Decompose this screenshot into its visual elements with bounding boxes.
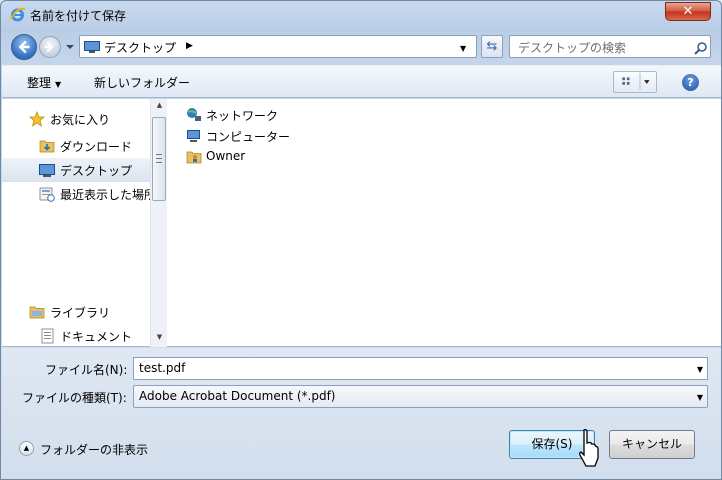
grip-icon <box>156 154 162 163</box>
internet-explorer-icon <box>10 7 26 22</box>
library-icon <box>29 306 45 319</box>
new-folder-button[interactable]: 新しいフォルダー <box>94 74 190 91</box>
details-view-icon <box>622 72 650 90</box>
arrow-right-icon <box>44 41 54 53</box>
file-item-label: コンピューター <box>206 130 291 144</box>
search-input[interactable]: デスクトップの検索 <box>518 39 626 56</box>
arrow-left-icon <box>18 40 30 54</box>
documents-icon <box>41 328 54 344</box>
breadcrumb-arrow-icon[interactable]: ▶ <box>186 41 193 51</box>
content-area: お気に入り ダウンロード デスクトップ 最近表示した場所 ライブラリ ドキュメン… <box>2 99 721 347</box>
hide-folders-label: フォルダーの非表示 <box>40 443 149 457</box>
back-button[interactable] <box>11 34 37 60</box>
organize-label: 整理 <box>27 76 52 90</box>
file-item-label: Owner <box>206 149 246 163</box>
search-box[interactable]: デスクトップの検索 <box>509 35 711 58</box>
filename-field[interactable]: test.pdf ▼ <box>133 357 708 380</box>
window-title: 名前を付けて保存 <box>30 9 127 23</box>
filetype-label: ファイルの種類(T): <box>22 391 127 405</box>
help-button[interactable]: ? <box>682 74 699 91</box>
save-as-dialog: 名前を付けて保存 ✕ デスクトップ ▶ ▼ ⇆ デスクトップの検索 整理 ▼ 新… <box>0 0 722 480</box>
title-bar: 名前を付けて保存 ✕ <box>1 1 721 29</box>
address-text: デスクトップ <box>104 41 177 55</box>
recent-pages-chevron-icon[interactable] <box>65 43 75 51</box>
recent-places-icon <box>39 187 55 202</box>
view-options-button[interactable] <box>613 71 657 93</box>
sidebar-item-downloads[interactable]: ダウンロード <box>2 134 150 158</box>
navigation-pane: お気に入り ダウンロード デスクトップ 最近表示した場所 ライブラリ ドキュメン… <box>2 99 167 347</box>
sidebar-item-label: デスクトップ <box>60 164 133 178</box>
chevron-down-icon: ▼ <box>55 80 62 89</box>
scrollbar-thumb[interactable] <box>152 117 166 201</box>
forward-button[interactable] <box>39 36 61 58</box>
desktop-icon <box>84 41 100 53</box>
sidebar-item-recent-places[interactable]: 最近表示した場所 <box>2 182 150 206</box>
address-bar[interactable]: デスクトップ ▶ ▼ <box>79 35 477 58</box>
sidebar-item-favorites[interactable]: お気に入り <box>2 107 150 131</box>
desktop-icon <box>39 164 55 177</box>
sidebar-item-documents[interactable]: ドキュメント <box>2 324 150 348</box>
refresh-button[interactable]: ⇆ <box>481 35 503 58</box>
sidebar-item-label: ドキュメント <box>60 330 133 344</box>
computer-icon <box>187 130 200 142</box>
chevron-up-icon: ▲ <box>19 441 34 456</box>
mouse-cursor-icon <box>579 429 599 467</box>
close-button[interactable]: ✕ <box>665 2 711 21</box>
organize-button[interactable]: 整理 ▼ <box>27 74 61 91</box>
sidebar-item-label: お気に入り <box>50 113 111 127</box>
filename-label: ファイル名(N): <box>45 363 128 377</box>
navigation-bar: デスクトップ ▶ ▼ ⇆ デスクトップの検索 <box>1 31 721 63</box>
filetype-select[interactable]: Adobe Acrobat Document (*.pdf) ▼ <box>133 385 708 408</box>
downloads-folder-icon <box>39 140 55 153</box>
search-icon[interactable] <box>694 41 708 55</box>
sidebar-item-label: ダウンロード <box>60 140 133 154</box>
command-toolbar: 整理 ▼ 新しいフォルダー ? <box>2 65 721 98</box>
address-dropdown-icon[interactable]: ▼ <box>460 44 466 53</box>
filename-value[interactable]: test.pdf <box>139 361 185 375</box>
filetype-value: Adobe Acrobat Document (*.pdf) <box>139 389 336 403</box>
scroll-up-icon[interactable]: ▲ <box>151 101 168 113</box>
scroll-down-icon[interactable]: ▼ <box>151 333 168 345</box>
chevron-down-icon[interactable]: ▼ <box>697 393 703 402</box>
sidebar-item-label: ライブラリ <box>50 306 111 320</box>
file-item-label: ネットワーク <box>206 109 279 123</box>
filename-dropdown-icon[interactable]: ▼ <box>697 365 703 374</box>
user-folder-icon <box>186 151 202 164</box>
star-icon <box>29 111 45 127</box>
save-form: ファイル名(N): test.pdf ▼ ファイルの種類(T): Adobe A… <box>2 348 721 479</box>
refresh-icon: ⇆ <box>486 39 498 54</box>
sidebar-item-libraries[interactable]: ライブラリ <box>2 300 150 324</box>
network-icon <box>187 108 201 121</box>
sidebar-item-label: 最近表示した場所 <box>60 188 150 202</box>
sidebar-scrollbar[interactable]: ▲ ▼ <box>150 99 167 347</box>
sidebar-item-desktop[interactable]: デスクトップ <box>2 158 150 182</box>
cancel-button[interactable]: キャンセル <box>609 430 695 459</box>
